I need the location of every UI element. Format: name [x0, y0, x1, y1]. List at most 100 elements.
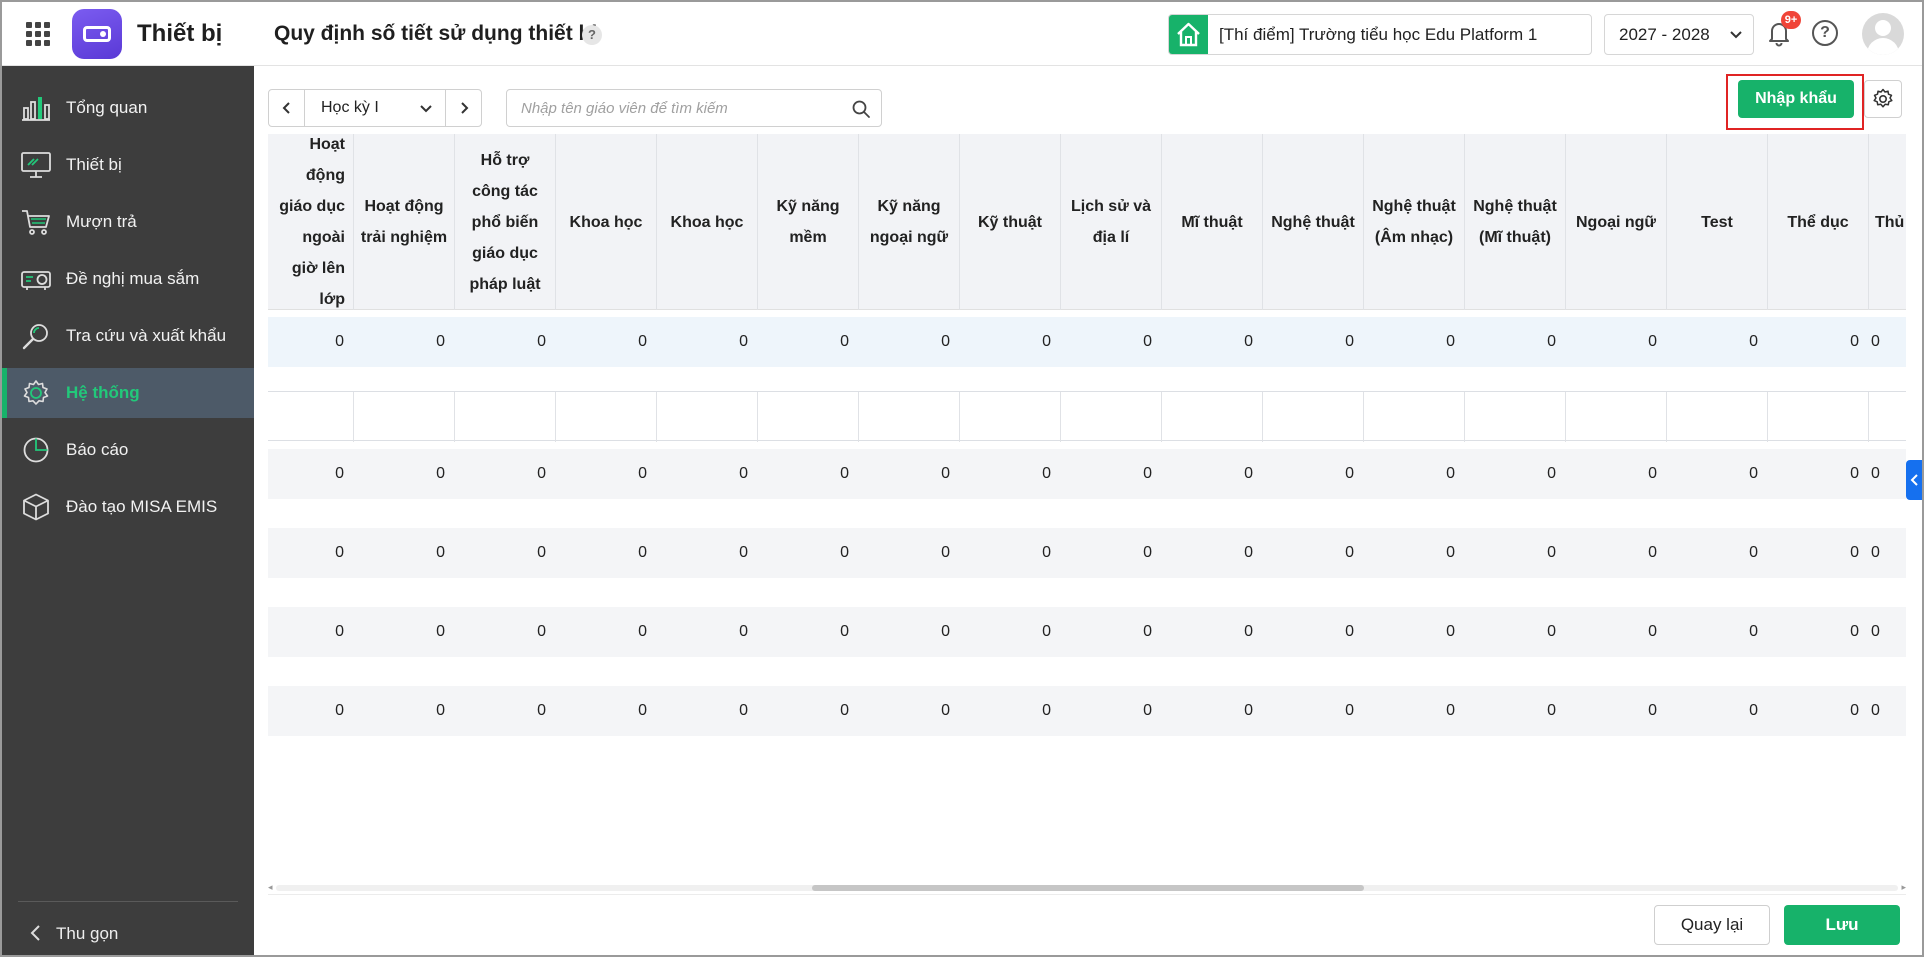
table-cell[interactable]: 0: [1364, 317, 1465, 367]
table-cell[interactable]: [1263, 392, 1364, 442]
search-icon[interactable]: [851, 99, 871, 119]
table-cell[interactable]: 0: [1162, 449, 1263, 499]
table-cell[interactable]: 0: [859, 317, 960, 367]
table-cell[interactable]: 0: [1061, 528, 1162, 578]
next-term-button[interactable]: [445, 90, 481, 126]
table-cell[interactable]: [1566, 392, 1667, 442]
back-button[interactable]: Quay lại: [1654, 905, 1770, 945]
table-cell[interactable]: 0: [556, 607, 657, 657]
table-cell[interactable]: 0: [1465, 686, 1566, 736]
table-cell[interactable]: 0: [960, 449, 1061, 499]
table-cell[interactable]: 0: [1061, 686, 1162, 736]
table-cell[interactable]: 0: [556, 686, 657, 736]
table-cell[interactable]: [1768, 392, 1869, 442]
table-cell[interactable]: 0: [1162, 528, 1263, 578]
table-row[interactable]: 00000000000000000: [268, 317, 1906, 367]
app-launcher-icon[interactable]: [26, 22, 50, 46]
table-cell[interactable]: 0: [556, 528, 657, 578]
table-cell[interactable]: 0: [1869, 528, 1906, 578]
table-cell[interactable]: 0: [1768, 607, 1869, 657]
table-cell[interactable]: [1061, 392, 1162, 442]
table-cell[interactable]: 0: [1364, 528, 1465, 578]
table-cell[interactable]: 0: [758, 686, 859, 736]
table-cell[interactable]: 0: [1869, 607, 1906, 657]
table-cell[interactable]: 0: [1263, 317, 1364, 367]
help-icon[interactable]: ?: [1812, 20, 1838, 46]
scroll-thumb[interactable]: [812, 885, 1364, 891]
table-cell[interactable]: 0: [657, 607, 758, 657]
table-cell[interactable]: 0: [354, 528, 455, 578]
table-cell[interactable]: 0: [1566, 607, 1667, 657]
search-input[interactable]: [521, 98, 841, 118]
table-cell[interactable]: 0: [758, 317, 859, 367]
table-cell[interactable]: 0: [657, 317, 758, 367]
sidebar-item-de-nghi-mua-sam[interactable]: Đề nghị mua sắm: [2, 254, 254, 304]
sidebar-item-bao-cao[interactable]: Báo cáo: [2, 425, 254, 475]
table-cell[interactable]: 0: [1061, 317, 1162, 367]
table-cell[interactable]: 0: [657, 449, 758, 499]
table-cell[interactable]: 0: [859, 686, 960, 736]
table-cell[interactable]: 0: [1869, 449, 1906, 499]
table-cell[interactable]: 0: [1162, 317, 1263, 367]
user-avatar[interactable]: [1862, 13, 1904, 55]
table-row[interactable]: 00000000000000000: [268, 686, 1906, 736]
table-cell[interactable]: [657, 392, 758, 442]
table-cell[interactable]: 0: [1162, 607, 1263, 657]
table-cell[interactable]: [1162, 392, 1263, 442]
table-cell[interactable]: 0: [758, 449, 859, 499]
table-cell[interactable]: 0: [455, 449, 556, 499]
table-cell[interactable]: 0: [1061, 607, 1162, 657]
sidebar-item-tong-quan[interactable]: Tổng quan: [2, 83, 254, 133]
table-cell[interactable]: [1364, 392, 1465, 442]
table-cell[interactable]: 0: [1566, 449, 1667, 499]
table-cell[interactable]: 0: [268, 317, 354, 367]
table-cell[interactable]: 0: [859, 449, 960, 499]
import-button[interactable]: Nhập khẩu: [1738, 80, 1854, 118]
table-cell[interactable]: 0: [758, 528, 859, 578]
table-cell[interactable]: 0: [960, 317, 1061, 367]
table-cell[interactable]: 0: [1465, 317, 1566, 367]
table-cell[interactable]: 0: [354, 607, 455, 657]
prev-term-button[interactable]: [269, 90, 305, 126]
table-cell[interactable]: 0: [657, 528, 758, 578]
table-cell[interactable]: [1667, 392, 1768, 442]
table-cell[interactable]: 0: [1566, 528, 1667, 578]
table-cell[interactable]: 0: [1465, 528, 1566, 578]
table-cell[interactable]: 0: [268, 607, 354, 657]
scroll-right-arrow-icon[interactable]: ▸: [1901, 882, 1906, 892]
table-cell[interactable]: 0: [1263, 686, 1364, 736]
table-cell[interactable]: [455, 392, 556, 442]
save-button[interactable]: Lưu: [1784, 905, 1900, 945]
table-cell[interactable]: 0: [1263, 528, 1364, 578]
side-panel-toggle[interactable]: [1906, 460, 1922, 500]
table-cell[interactable]: 0: [1768, 528, 1869, 578]
table-cell[interactable]: 0: [1465, 607, 1566, 657]
table-cell[interactable]: 0: [268, 528, 354, 578]
page-help-icon[interactable]: ?: [582, 25, 602, 45]
table-cell[interactable]: [1869, 392, 1906, 442]
table-cell[interactable]: [758, 392, 859, 442]
table-cell[interactable]: 0: [556, 449, 657, 499]
table-cell[interactable]: 0: [455, 528, 556, 578]
table-cell[interactable]: 0: [1667, 317, 1768, 367]
table-cell[interactable]: 0: [1566, 317, 1667, 367]
school-year-select[interactable]: 2027 - 2028: [1604, 14, 1754, 55]
table-cell[interactable]: 0: [556, 317, 657, 367]
table-cell[interactable]: 0: [268, 449, 354, 499]
table-row[interactable]: 00000000000000000: [268, 528, 1906, 578]
table-cell[interactable]: 0: [1263, 449, 1364, 499]
table-cell[interactable]: 0: [1768, 449, 1869, 499]
table-cell[interactable]: 0: [1667, 528, 1768, 578]
table-cell[interactable]: 0: [1869, 686, 1906, 736]
table-cell[interactable]: 0: [354, 686, 455, 736]
chevron-down-icon[interactable]: [419, 101, 433, 115]
table-cell[interactable]: 0: [1162, 686, 1263, 736]
sidebar-item-he-thong[interactable]: Hệ thống: [2, 368, 254, 418]
table-cell[interactable]: 0: [1667, 449, 1768, 499]
table-cell[interactable]: 0: [455, 686, 556, 736]
table-cell[interactable]: 0: [1869, 317, 1906, 367]
table-cell[interactable]: 0: [1667, 607, 1768, 657]
school-selector[interactable]: [Thí điểm] Trường tiểu học Edu Platform …: [1168, 14, 1592, 55]
table-cell[interactable]: 0: [354, 317, 455, 367]
table-cell[interactable]: [268, 392, 354, 442]
